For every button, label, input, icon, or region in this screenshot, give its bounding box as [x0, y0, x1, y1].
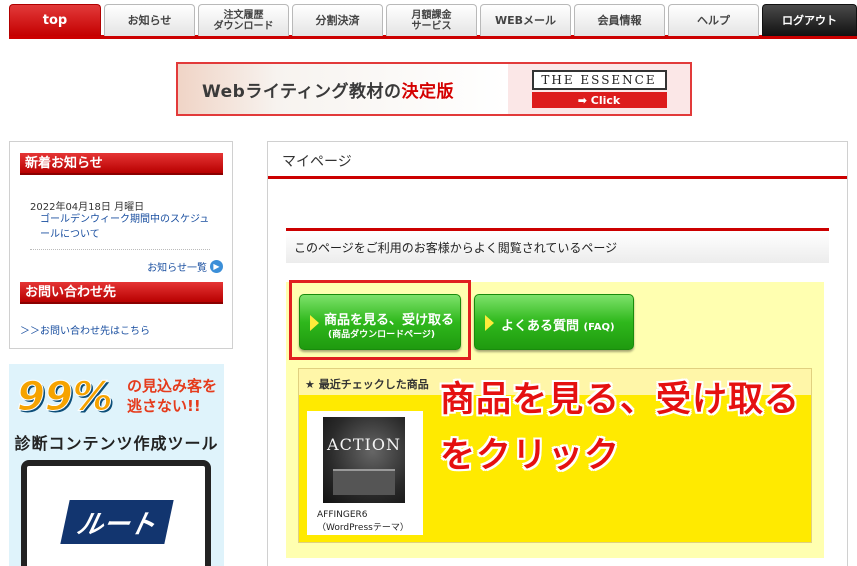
tab-label: ヘルプ [697, 14, 730, 27]
play-circle-icon: ▶ [210, 260, 223, 273]
news-date: 2022年04月18日 月曜日 [30, 202, 145, 213]
tab-top[interactable]: top [9, 4, 101, 36]
tab-webmail[interactable]: WEBメール [480, 4, 571, 36]
banner-text: Webライティング教材の 決定版 [178, 64, 508, 114]
tab-label-line1: 月額課金 [411, 9, 452, 21]
laptop-icon: ルート [21, 460, 211, 566]
tab-label-line2: サービス [411, 20, 452, 32]
product-thumbnail: ACTION [323, 417, 405, 503]
contact-heading: お問い合わせ先 [20, 282, 223, 304]
button-label: よくある質問 [501, 319, 580, 334]
tab-logout[interactable]: ログアウト [762, 4, 857, 36]
popular-pages-heading: このページをご利用のお客様からよく閲覧されているページ [286, 228, 829, 263]
ad-tagline: の見込み客を 逃さない!! [127, 376, 217, 416]
tab-label-line1: 注文履歴 [223, 9, 264, 21]
tab-help[interactable]: ヘルプ [668, 4, 759, 36]
tab-installment[interactable]: 分割決済 [292, 4, 383, 36]
ad-percent: 99% [17, 374, 114, 421]
title-divider [268, 176, 847, 179]
instruction-annotation: 商品を見る、受け取る をクリック [440, 372, 800, 484]
route-ad-banner[interactable]: 99% の見込み客を 逃さない!! 診断コンテンツ作成ツール ルート [9, 364, 224, 566]
news-list-link[interactable]: お知らせ一覧 ▶ [147, 259, 223, 274]
news-link[interactable]: ゴールデンウィーク期間中のスケジュールについて [40, 212, 212, 242]
ad-title: 診断コンテンツ作成ツール [14, 434, 219, 453]
top-nav: top お知らせ 注文履歴 ダウンロード 分割決済 月額課金 サービス WEBメール… [0, 0, 857, 40]
tab-label: top [42, 13, 68, 28]
product-thumbnail-screens [333, 469, 395, 495]
ad-tagline-line2: 逃さない!! [127, 397, 201, 415]
tab-news[interactable]: お知らせ [104, 4, 195, 36]
tab-label: ログアウト [782, 14, 837, 27]
button-sublabel: (FAQ) [583, 322, 615, 333]
banner-click-button[interactable]: ➡ Click [531, 92, 667, 108]
banner-brand-area: THE ESSENCE ➡ Click [508, 64, 690, 114]
route-logo: ルート [60, 500, 174, 544]
annotation-line2: をクリック [440, 436, 621, 476]
banner-text-highlight: 決定版 [401, 81, 454, 102]
arrow-right-icon [485, 315, 494, 331]
news-divider [30, 249, 210, 250]
ad-tagline-line1: の見込み客を [127, 377, 218, 395]
product-card[interactable]: ACTION AFFINGER6（WordPressテーマ） [307, 411, 423, 535]
news-heading: 新着お知らせ [20, 153, 223, 175]
annotation-line1: 商品を見る、受け取る [440, 380, 801, 420]
banner-text-prefix: Webライティング教材の [202, 81, 402, 102]
tab-order-history[interactable]: 注文履歴 ダウンロード [198, 4, 289, 36]
highlight-box [289, 280, 471, 360]
mypage-panel: マイページ このページをご利用のお客様からよく閲覧されているページ 商品を見る、… [267, 141, 848, 566]
essence-banner[interactable]: Webライティング教材の 決定版 THE ESSENCE ➡ Click [176, 62, 692, 116]
contact-link[interactable]: ＞＞お問い合わせ先はこちら [20, 322, 150, 337]
faq-button[interactable]: よくある質問 (FAQ) [474, 294, 634, 350]
sidebar-box: 新着お知らせ 2022年04月18日 月曜日 ゴールデンウィーク期間中のスケジュ… [9, 141, 233, 349]
tab-label: 分割決済 [315, 14, 360, 27]
banner-brand-logo: THE ESSENCE [531, 70, 667, 90]
tab-label: お知らせ [127, 14, 172, 27]
tab-label: WEBメール [494, 14, 557, 27]
product-name: AFFINGER6（WordPressテーマ） [317, 510, 409, 533]
page-title: マイページ [282, 154, 352, 170]
news-list-label: お知らせ一覧 [147, 263, 207, 274]
tab-label-line2: ダウンロード [213, 20, 274, 32]
tab-member-info[interactable]: 会員情報 [574, 4, 665, 36]
tab-subscription[interactable]: 月額課金 サービス [386, 4, 477, 36]
product-thumbnail-text: ACTION [327, 435, 401, 454]
tab-label: 会員情報 [597, 14, 642, 27]
